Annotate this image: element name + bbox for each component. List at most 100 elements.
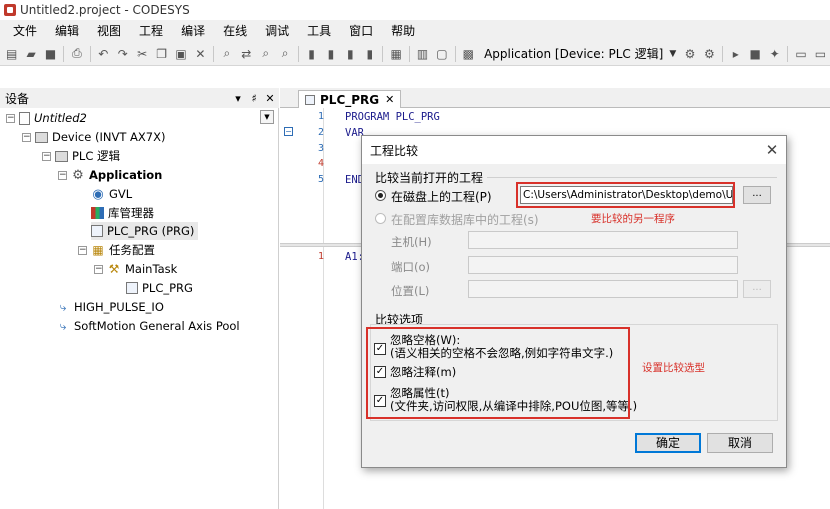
location-input[interactable] [468, 280, 738, 298]
collapse-icon[interactable]: − [58, 170, 67, 180]
tree-item-project[interactable]: − Untitled2 [6, 109, 87, 127]
save-icon[interactable]: ■ [43, 46, 58, 62]
host-input[interactable] [468, 231, 738, 249]
toolbar-separator [213, 45, 215, 62]
line-number: 1 [317, 251, 324, 262]
bookmark-next-icon[interactable]: ▮ [323, 46, 338, 62]
window-layout-icon[interactable]: ▥ [415, 46, 430, 62]
port-input[interactable] [468, 256, 738, 274]
tree-label: Device (INVT AX7X) [52, 130, 166, 144]
new-object-icon[interactable]: ▢ [434, 46, 449, 62]
tree-item-device[interactable]: − Device (INVT AX7X) [22, 128, 165, 146]
tree-item-plc-logic[interactable]: − PLC 逻辑 [42, 147, 120, 165]
collapse-icon[interactable]: − [78, 245, 87, 255]
collapse-icon[interactable]: − [42, 151, 51, 161]
stop-icon[interactable]: ■ [747, 46, 762, 62]
collapse-icon[interactable]: − [6, 113, 15, 123]
redo-icon[interactable]: ↷ [115, 46, 130, 62]
tree-item-task-config[interactable]: − ▦ 任务配置 [78, 241, 155, 259]
tree-item-plc-prg[interactable]: PLC_PRG (PRG) [91, 222, 199, 240]
radio-disk-project-label[interactable]: 在磁盘上的工程(P) [391, 188, 492, 205]
tree-item-application[interactable]: − ⚙ Application [58, 166, 162, 184]
tree-label: GVL [109, 187, 133, 201]
plc-icon [55, 150, 68, 162]
browse-location-button[interactable]: ... [743, 280, 771, 298]
fold-toggle-icon[interactable]: − [284, 127, 293, 136]
build-icon[interactable]: ▩ [461, 46, 476, 62]
menu-project[interactable]: 工程 [130, 20, 172, 42]
undo-icon[interactable]: ↶ [96, 46, 111, 62]
tree-item-main-task-prg[interactable]: PLC_PRG [126, 279, 193, 297]
delete-icon[interactable]: ✕ [193, 46, 208, 62]
collapse-icon[interactable]: − [94, 264, 103, 274]
pin-icon[interactable]: ♯ [247, 92, 261, 105]
tree-label: Untitled2 [34, 111, 87, 125]
replace-icon[interactable]: ⇄ [239, 46, 254, 62]
reset-icon[interactable]: ✦ [767, 46, 782, 62]
chevron-down-icon[interactable]: ▼ [260, 110, 274, 124]
project-icon [19, 111, 30, 125]
cancel-button[interactable]: 取消 [707, 433, 773, 453]
window-titlebar: Untitled2.project - CODESYS [0, 0, 830, 20]
toolbar-separator [297, 45, 299, 62]
close-icon[interactable]: ✕ [385, 93, 394, 106]
device-icon[interactable]: ▦ [388, 46, 403, 62]
find-icon[interactable]: ⌕ [219, 46, 234, 62]
menu-debug[interactable]: 调试 [256, 20, 298, 42]
logout-icon[interactable]: ⚙ [702, 46, 717, 62]
radio-repo-project[interactable] [375, 213, 386, 224]
menu-view[interactable]: 视图 [88, 20, 130, 42]
menu-help[interactable]: 帮助 [382, 20, 424, 42]
menu-bar: 文件 编辑 视图 工程 编译 在线 调试 工具 窗口 帮助 [0, 20, 830, 42]
bookmark-clear-icon[interactable]: ▮ [362, 46, 377, 62]
start-icon[interactable]: ▸ [728, 46, 743, 62]
tree-item-softmotion[interactable]: ⤷ SoftMotion General Axis Pool [56, 317, 240, 335]
ok-button[interactable]: 确定 [635, 433, 701, 453]
bookmark-icon[interactable]: ▮ [304, 46, 319, 62]
close-icon[interactable]: ✕ [263, 92, 277, 105]
paste-icon[interactable]: ▣ [173, 46, 188, 62]
dialog-titlebar: 工程比较 ✕ [362, 136, 786, 164]
tree-item-gvl[interactable]: ◉ GVL [91, 185, 132, 203]
bookmark-prev-icon[interactable]: ▮ [343, 46, 358, 62]
tab-plc-prg[interactable]: PLC_PRG ✕ [298, 90, 402, 108]
close-icon[interactable]: ✕ [758, 141, 786, 159]
menu-online[interactable]: 在线 [214, 20, 256, 42]
device-icon [35, 131, 48, 143]
open-folder-icon[interactable]: ▰ [23, 46, 38, 62]
radio-disk-project[interactable] [375, 190, 386, 201]
cut-icon[interactable]: ✂ [134, 46, 149, 62]
new-project-icon[interactable]: ▤ [4, 46, 19, 62]
pane-menu-icon[interactable]: ▾ [231, 92, 245, 105]
menu-edit[interactable]: 编辑 [46, 20, 88, 42]
find-all-icon[interactable]: ⌕ [277, 46, 292, 62]
login-icon[interactable]: ⚙ [682, 46, 697, 62]
toolbar-separator [408, 45, 410, 62]
menu-build[interactable]: 编译 [172, 20, 214, 42]
active-application-label[interactable]: Application [Device: PLC 逻辑] [484, 45, 663, 62]
program-icon [126, 282, 138, 294]
codesys-app-icon [4, 4, 16, 16]
collapse-icon[interactable]: − [22, 132, 31, 142]
chevron-down-icon[interactable]: ▼ [669, 49, 676, 59]
code-line: PROGRAM PLC_PRG [345, 111, 440, 123]
tree-label: 任务配置 [109, 243, 155, 257]
step-icon[interactable]: ▭ [813, 46, 828, 62]
find-next-icon[interactable]: ⌕ [258, 46, 273, 62]
menu-tools[interactable]: 工具 [298, 20, 340, 42]
print-icon[interactable]: ⎙ [69, 46, 84, 62]
radio-repo-project-label[interactable]: 在配置库数据库中的工程(s) [391, 211, 539, 228]
copy-icon[interactable]: ❐ [154, 46, 169, 62]
breakpoint-icon[interactable]: ▭ [793, 46, 808, 62]
line-number: 3 [317, 143, 324, 154]
menu-window[interactable]: 窗口 [340, 20, 382, 42]
tree-label: HIGH_PULSE_IO [74, 300, 164, 314]
devices-pane-title: 设备 [5, 91, 30, 106]
tree-item-high-pulse[interactable]: ⤷ HIGH_PULSE_IO [56, 298, 164, 316]
tree-item-main-task[interactable]: − ⚒ MainTask [94, 260, 177, 278]
browse-button[interactable]: ... [743, 186, 771, 204]
tree-label: Application [89, 168, 163, 182]
tree-item-library-manager[interactable]: 库管理器 [91, 204, 154, 222]
menu-file[interactable]: 文件 [4, 20, 46, 42]
window-title: Untitled2.project - CODESYS [20, 3, 190, 17]
